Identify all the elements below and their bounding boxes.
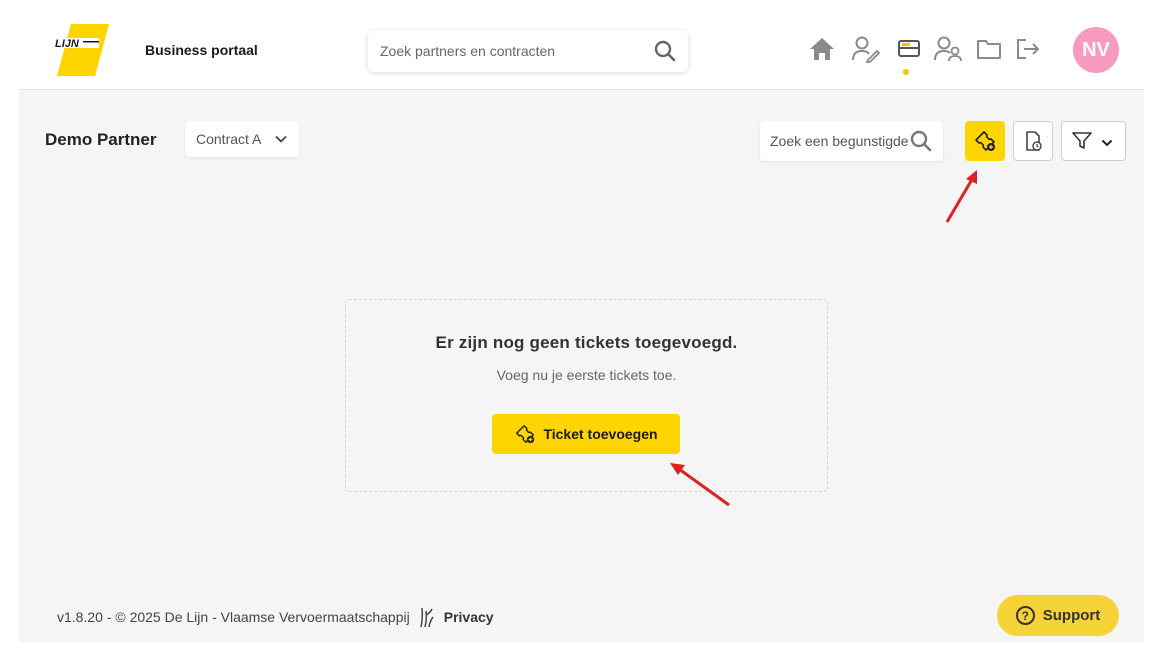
flemish-lion-icon [419, 607, 434, 628]
document-clock-icon [1026, 131, 1042, 151]
footer-copyright: v1.8.20 - © 2025 De Lijn - Vlaamse Vervo… [57, 609, 410, 625]
add-ticket-icon-button[interactable] [965, 121, 1005, 161]
privacy-link[interactable]: Privacy [444, 609, 494, 625]
home-icon[interactable] [807, 34, 837, 64]
brand-title: Business portaal [145, 42, 258, 58]
annotation-arrow-icon [945, 170, 977, 223]
top-bar: LIJN Business portaal Zoek partners en c… [19, 0, 1144, 90]
logo-text: LIJN [55, 38, 80, 50]
app-frame: LIJN Business portaal Zoek partners en c… [19, 0, 1144, 642]
partner-search-input[interactable] [380, 30, 640, 72]
beneficiary-search-input[interactable] [770, 121, 910, 161]
contract-dropdown-value: Contract A [196, 131, 262, 147]
ticket-add-icon [516, 425, 535, 444]
users-icon[interactable] [933, 34, 963, 64]
history-document-button[interactable] [1013, 121, 1053, 161]
empty-state-subtitle: Voeg nu je eerste tickets toe. [496, 367, 677, 383]
de-lijn-logo[interactable]: LIJN [53, 24, 109, 76]
empty-state-title: Er zijn nog geen tickets toegevoegd. [435, 333, 738, 352]
partner-title: Demo Partner [45, 130, 157, 149]
ticket-card-icon[interactable] [894, 34, 924, 64]
add-ticket-button-label: Ticket toevoegen [543, 426, 658, 442]
filter-dropdown-button[interactable] [1061, 121, 1126, 161]
empty-state-panel: Er zijn nog geen tickets toegevoegd. Voe… [345, 299, 828, 492]
ticket-add-icon [975, 131, 995, 151]
support-button[interactable]: ? Support [997, 595, 1119, 636]
partner-search-box [368, 30, 688, 72]
footer: v1.8.20 - © 2025 De Lijn - Vlaamse Vervo… [57, 605, 494, 629]
active-nav-indicator [903, 69, 909, 75]
contract-dropdown[interactable]: Contract A [185, 121, 299, 157]
support-button-label: Support [1042, 607, 1101, 624]
add-ticket-button[interactable]: Ticket toevoegen [492, 414, 680, 454]
search-icon[interactable] [910, 130, 932, 157]
user-edit-icon[interactable] [851, 34, 881, 64]
avatar[interactable]: NV [1073, 27, 1119, 73]
search-icon[interactable] [654, 40, 676, 67]
beneficiary-search-box [760, 121, 943, 161]
folder-icon[interactable] [974, 34, 1004, 64]
annotation-arrow-icon [670, 463, 730, 507]
chevron-down-icon [1101, 136, 1113, 154]
question-icon: ? [1015, 606, 1035, 625]
chevron-down-icon [275, 132, 287, 148]
logout-icon[interactable] [1013, 34, 1043, 64]
filter-icon [1072, 132, 1092, 149]
